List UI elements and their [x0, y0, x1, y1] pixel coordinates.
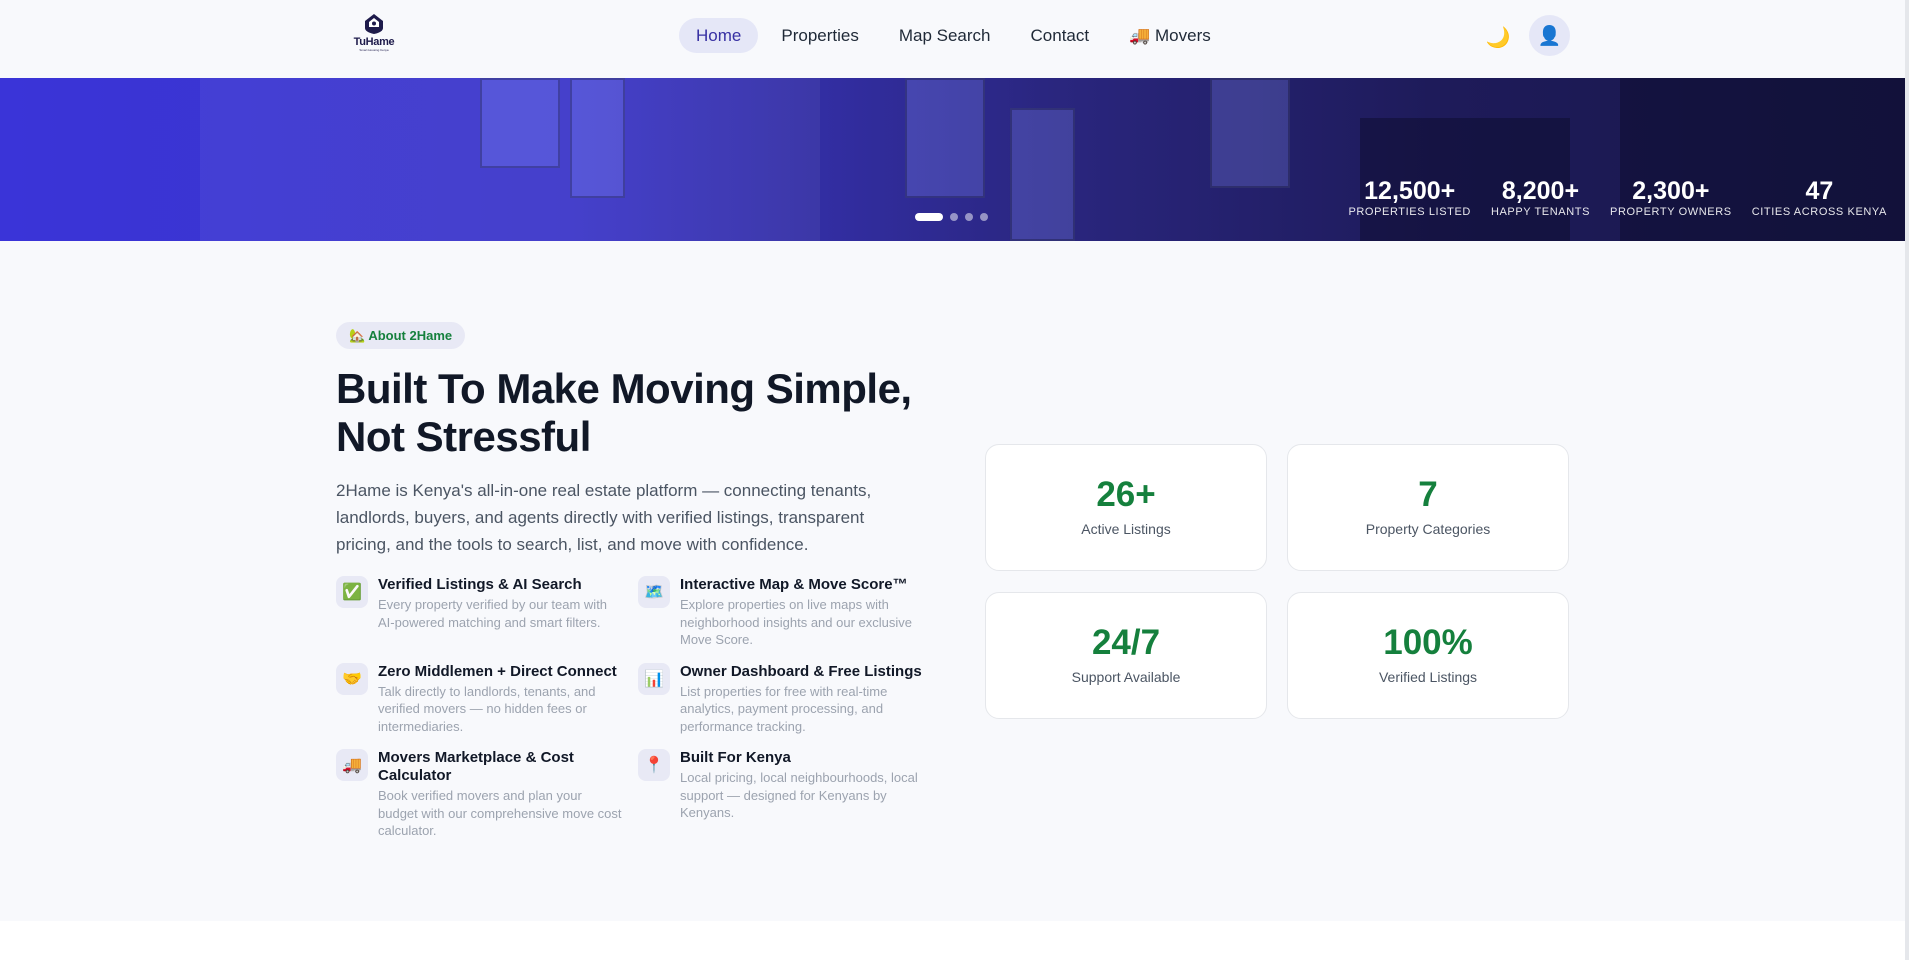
feature-text: Explore properties on live maps with nei… [680, 597, 912, 647]
hero-window-decoration [480, 78, 560, 168]
carousel-dot[interactable] [965, 213, 973, 221]
stat-card-verified: 100% Verified Listings [1287, 592, 1569, 719]
check-icon: ✅ [336, 576, 368, 608]
feature-item: 🗺️ Interactive Map & Move Score™ Explore… [638, 576, 936, 649]
top-navbar: TuHame Smart Housing Kenya Home Properti… [0, 0, 1909, 78]
about-description: 2Hame is Kenya's all-in-one real estate … [336, 481, 872, 554]
stat-label: HAPPY TENANTS [1490, 206, 1591, 218]
about-headline: Built To Make Moving Simple, Not Stressf… [336, 365, 912, 460]
stat-cities: 47 CITIES ACROSS KENYA [1752, 177, 1887, 218]
user-icon: 👤 [1537, 25, 1562, 47]
carousel-dots [915, 213, 988, 221]
stat-value: 47 [1805, 177, 1834, 205]
card-label: Verified Listings [1378, 669, 1478, 685]
handshake-icon: 🤝 [336, 662, 368, 695]
brand-name: TuHame [353, 36, 395, 48]
stat-label: PROPERTY OWNERS [1610, 206, 1732, 218]
nav-movers[interactable]: 🚚 Movers [1112, 18, 1228, 53]
feature-title: Verified Listings & AI Search [378, 576, 582, 593]
page-scrollbar[interactable] [1905, 0, 1909, 960]
feature-text: Every property verified by our team with… [378, 597, 608, 630]
moon-icon[interactable]: 🌙 [1484, 24, 1512, 52]
stat-card-active-listings: 26+ Active Listings [985, 444, 1267, 571]
nav-contact[interactable]: Contact [1014, 18, 1107, 53]
pin-icon: 📍 [638, 749, 670, 781]
nav-map-search[interactable]: Map Search [882, 18, 1008, 53]
hero-window-decoration [1210, 78, 1290, 188]
stat-tenants: 8,200+ HAPPY TENANTS [1491, 177, 1590, 218]
stat-owners: 2,300+ PROPERTY OWNERS [1610, 177, 1732, 218]
card-value: 24/7 [1091, 623, 1161, 662]
chart-icon: 📊 [638, 662, 670, 695]
nav-properties[interactable]: Properties [764, 18, 875, 53]
hero-window-decoration [905, 78, 985, 198]
brand-logo[interactable]: TuHame Smart Housing Kenya [351, 13, 397, 57]
stat-properties: 12,500+ PROPERTIES LISTED [1348, 177, 1470, 218]
stat-card-categories: 7 Property Categories [1287, 444, 1569, 571]
stat-card-support: 24/7 Support Available [985, 592, 1267, 719]
about-badge: 🏡 About 2Hame [336, 322, 466, 349]
nav-home[interactable]: Home [679, 18, 759, 53]
card-label: Active Listings [1081, 521, 1171, 537]
user-account-button[interactable]: 👤 [1529, 15, 1570, 56]
feature-text: Talk directly to landlords, tenants, and… [378, 683, 596, 734]
house-pin-icon [365, 14, 383, 34]
hero-banner: 12,500+ PROPERTIES LISTED 8,200+ HAPPY T… [0, 78, 1909, 241]
carousel-dot[interactable] [980, 213, 988, 221]
feature-title: Built For Kenya [680, 749, 791, 766]
feature-item: 📍 Built For Kenya Local pricing, local n… [638, 749, 936, 840]
feature-title: Interactive Map & Move Score™ [680, 576, 908, 593]
carousel-dot[interactable] [950, 213, 958, 221]
stat-value: 2,300+ [1632, 177, 1710, 205]
carousel-dot[interactable] [915, 213, 943, 221]
hero-window-decoration [570, 78, 625, 198]
feature-text: List properties for free with real-time … [680, 683, 888, 734]
stat-label: CITIES ACROSS KENYA [1751, 206, 1887, 218]
card-label: Property Categories [1365, 521, 1491, 537]
brand-tagline: Smart Housing Kenya [359, 48, 389, 52]
feature-text: Book verified movers and plan your budge… [378, 788, 622, 838]
next-section-edge [0, 921, 1909, 960]
stat-value: 12,500+ [1364, 177, 1456, 205]
feature-item: 🚚 Movers Marketplace & Cost Calculator B… [336, 749, 638, 840]
card-value: 7 [1418, 475, 1438, 514]
card-label: Support Available [1071, 669, 1181, 685]
truck-icon: 🚚 [336, 749, 368, 781]
feature-title: Movers Marketplace & Cost Calculator [378, 749, 574, 784]
feature-title: Zero Middlemen + Direct Connect [378, 662, 617, 680]
card-value: 26+ [1096, 475, 1156, 514]
feature-title: Owner Dashboard & Free Listings [680, 662, 922, 680]
stat-label: PROPERTIES LISTED [1348, 206, 1471, 218]
feature-item: ✅ Verified Listings & AI Search Every pr… [336, 576, 638, 649]
stat-value: 8,200+ [1501, 177, 1580, 205]
card-value: 100% [1383, 623, 1473, 662]
feature-text: Local pricing, local neighbourhoods, loc… [680, 770, 918, 820]
map-icon: 🗺️ [638, 576, 670, 608]
feature-item: 🤝 Zero Middlemen + Direct Connect Talk d… [336, 662, 638, 736]
hero-window-decoration [1010, 108, 1075, 241]
hero-stats: 12,500+ PROPERTIES LISTED 8,200+ HAPPY T… [1348, 177, 1887, 218]
main-menu: Home Properties Map Search Contact 🚚 Mov… [679, 18, 1228, 53]
about-section: 🏡 About 2Hame Built To Make Moving Simpl… [0, 241, 1909, 921]
feature-list: ✅ Verified Listings & AI Search Every pr… [336, 576, 936, 840]
feature-item: 📊 Owner Dashboard & Free Listings List p… [638, 662, 936, 736]
stats-cards: 26+ Active Listings 7 Property Categorie… [985, 444, 1569, 719]
